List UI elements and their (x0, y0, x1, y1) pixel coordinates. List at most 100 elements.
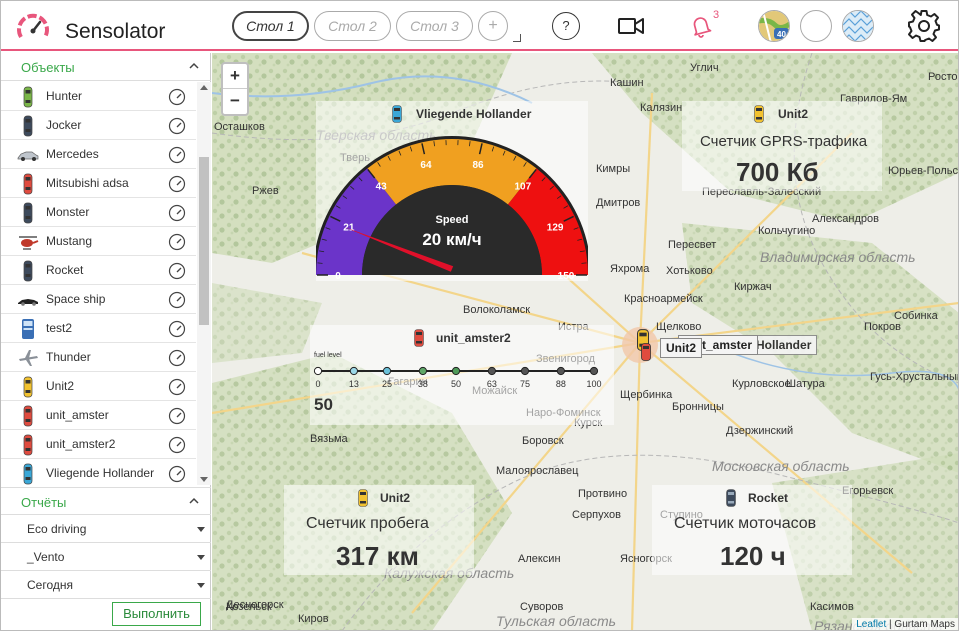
scroll-up-arrow-icon[interactable] (200, 85, 208, 90)
map-town-label: Щелково (656, 321, 702, 333)
leaflet-link[interactable]: Leaflet (856, 619, 886, 630)
run-report-button[interactable]: Выполнить (112, 602, 201, 626)
speedometer-icon[interactable] (168, 407, 186, 425)
header-bar: Sensolator Стол 1 Стол 2 Стол 3 + ? 3 40 (1, 1, 958, 51)
traffic-layer-toggle[interactable]: 40 (758, 10, 790, 42)
map-town-label: Бронницы (672, 401, 724, 413)
car-yellow-icon (754, 105, 764, 123)
traffic-map-icon: 40 (759, 11, 789, 41)
scroll-down-arrow-icon[interactable] (200, 477, 208, 482)
zoom-out-button[interactable]: − (223, 89, 247, 114)
object-list-item[interactable]: Thunder (1, 343, 196, 372)
gprs-label: Счетчик GPRS-трафика (700, 133, 868, 150)
speedometer-icon[interactable] (168, 204, 186, 222)
speedometer-icon[interactable] (168, 117, 186, 135)
map-town-label: Вязьма (310, 433, 348, 445)
object-list-item[interactable]: unit_amster (1, 401, 196, 430)
speedometer-icon[interactable] (168, 291, 186, 309)
map-town-label: Пересвет (668, 239, 717, 251)
chevron-up-icon[interactable] (189, 496, 199, 506)
map-tooltip-unit2[interactable]: Unit2 (660, 338, 702, 358)
gauge-label: Speed (435, 214, 468, 226)
speedometer-icon[interactable] (168, 233, 186, 251)
object-list-item[interactable]: Rocket (1, 256, 196, 285)
speedometer-icon[interactable] (168, 465, 186, 483)
map-town-label: Кольчугино (758, 225, 816, 237)
speedometer-icon[interactable] (168, 175, 186, 193)
dropdown-arrow-icon (197, 527, 205, 532)
help-button[interactable]: ? (552, 12, 580, 40)
bus-blue-icon (22, 319, 34, 339)
map-town-label: Касимов (810, 601, 854, 613)
tab-desk-3[interactable]: Стол 3 (396, 11, 473, 41)
tab-desk-2[interactable]: Стол 2 (314, 11, 391, 41)
fuel-scale-point (382, 366, 392, 376)
speedometer-icon[interactable] (168, 146, 186, 164)
gauge-tick-label: 0 (335, 271, 341, 281)
gprs-widget[interactable]: Unit2 Счетчик GPRS-трафика 700 Кб (682, 101, 882, 191)
map-town-label: Дмитров (596, 197, 641, 209)
car-red-icon (23, 434, 33, 456)
speedometer-icon[interactable] (168, 349, 186, 367)
fuel-scale-point (520, 366, 530, 376)
add-tab-button[interactable]: + (478, 11, 508, 41)
zoom-in-button[interactable]: + (223, 64, 247, 89)
tab-desk-1[interactable]: Стол 1 (232, 11, 309, 41)
chevron-up-icon[interactable] (189, 61, 199, 71)
object-list-item[interactable]: Monster (1, 198, 196, 227)
reports-section-header[interactable]: Отчёты (1, 487, 211, 515)
scroll-thumb[interactable] (199, 157, 209, 325)
map-town-label: Калязин (640, 102, 683, 114)
objects-scrollbar[interactable] (197, 82, 211, 485)
report-period-select[interactable]: Сегодня (1, 571, 211, 599)
notification-bell-icon[interactable] (689, 14, 713, 38)
mileage-widget[interactable]: Unit2 Счетчик пробега 317 км (284, 485, 474, 575)
object-list-item[interactable]: Hunter (1, 82, 196, 111)
fuel-scale-tick-label: 100 (586, 379, 601, 389)
object-list-item[interactable]: unit_amster2 (1, 430, 196, 459)
object-name: Monster (46, 205, 90, 219)
report-object-select[interactable]: _Vento (1, 543, 211, 571)
map-town-label: Углич (690, 62, 719, 74)
object-list-item[interactable]: Unit2 (1, 372, 196, 401)
map-marker-car-red-icon[interactable] (640, 343, 652, 361)
pattern-map-icon (843, 11, 873, 41)
object-list-item[interactable]: Jocker (1, 111, 196, 140)
objects-section-header[interactable]: Объекты (1, 53, 211, 81)
report-period-value: Сегодня (27, 578, 73, 592)
engine-hours-widget[interactable]: Rocket Счетчик моточасов 120 ч (652, 485, 852, 575)
object-list-item[interactable]: test2 (1, 314, 196, 343)
report-template-select[interactable]: Eco driving (1, 515, 211, 543)
empty-layer-toggle[interactable] (800, 10, 832, 42)
mileage-value: 317 км (336, 541, 419, 571)
report-object-value: _Vento (27, 550, 65, 564)
speedometer-icon[interactable] (168, 88, 186, 106)
object-list-item[interactable]: Mercedes (1, 140, 196, 169)
settings-gear-icon[interactable] (907, 9, 941, 43)
gauge-tick-label: 150 (558, 271, 575, 281)
video-camera-icon[interactable] (618, 15, 644, 37)
map-town-label: Суворов (520, 601, 564, 613)
map-town-label: Десногорск (226, 599, 284, 611)
app-window: Sensolator Стол 1 Стол 2 Стол 3 + ? 3 40 (0, 0, 959, 631)
map-view[interactable]: + − ОсташковТверьКашинУгличКалязинГаврил… (212, 53, 958, 630)
object-list-item[interactable]: Vliegende Hollander (1, 459, 196, 485)
svg-text:40: 40 (777, 30, 786, 39)
speed-widget[interactable]: Vliegende Hollander 0 21 43 64 86 107 129 150 Sp… (316, 101, 588, 281)
gprs-widget-object: Unit2 (778, 107, 808, 121)
app-name: Sensolator (65, 20, 166, 43)
fuel-widget[interactable]: unit_amster2 fuel level 0 13 25 38 50 63 75 88 10… (310, 325, 614, 425)
object-list-item[interactable]: Mustang (1, 227, 196, 256)
speedometer-icon[interactable] (168, 378, 186, 396)
fuel-scale-point (487, 366, 496, 376)
speedometer-icon[interactable] (168, 262, 186, 280)
speedometer-icon[interactable] (168, 320, 186, 338)
map-town-label: Кашин (610, 77, 644, 89)
speedometer-icon[interactable] (168, 436, 186, 454)
object-list-item[interactable]: Space ship (1, 285, 196, 314)
weather-layer-toggle[interactable] (842, 10, 874, 42)
car-dark-icon (23, 260, 33, 282)
resize-corner-icon[interactable] (513, 34, 521, 42)
object-list-item[interactable]: Mitsubishi adsa (1, 169, 196, 198)
object-name: unit_amster (46, 408, 109, 422)
